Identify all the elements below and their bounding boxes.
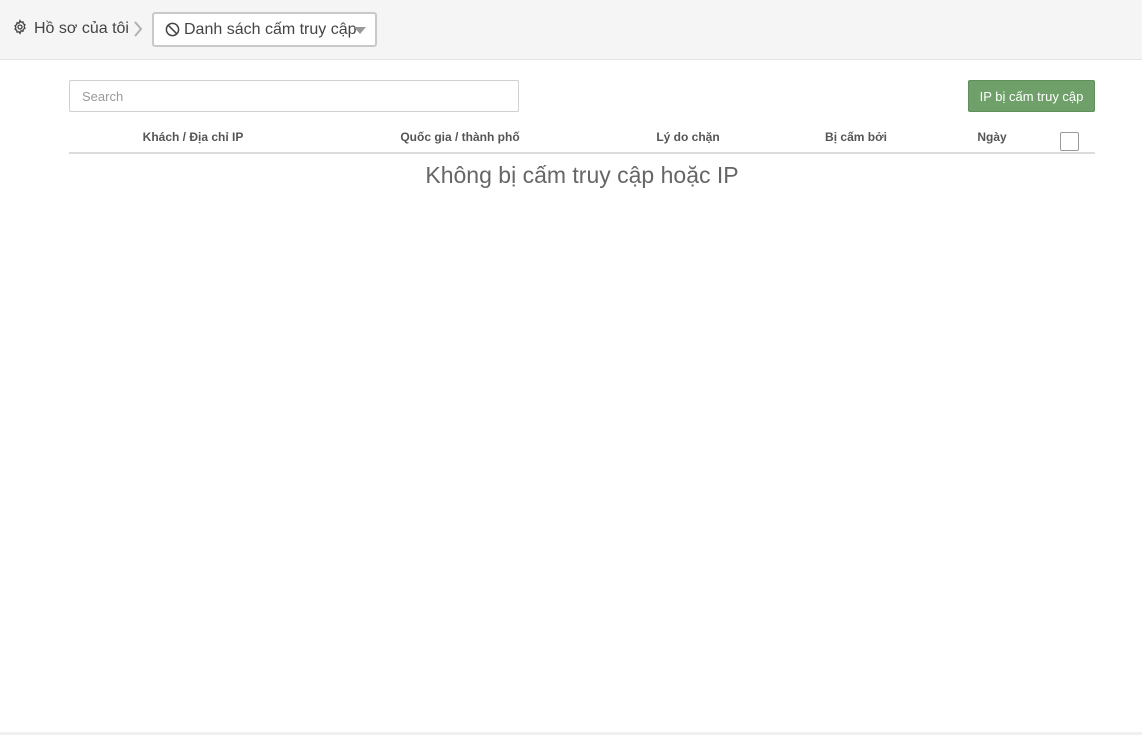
search-input[interactable] bbox=[69, 80, 519, 112]
caret-down-icon bbox=[354, 27, 366, 34]
breadcrumb-home-label: Hồ sơ của tôi bbox=[34, 20, 129, 37]
ban-ip-button[interactable]: IP bị cấm truy cập bbox=[968, 80, 1095, 112]
breadcrumb-home[interactable]: Hồ sơ của tôi bbox=[12, 18, 129, 40]
breadcrumb-current-label: Danh sách cấm truy cập bbox=[184, 20, 357, 38]
top-bar: Hồ sơ của tôi Danh sách cấm truy cập bbox=[0, 0, 1142, 60]
column-header-reason[interactable]: Lý do chặn bbox=[656, 130, 719, 144]
breadcrumb-dropdown[interactable]: Danh sách cấm truy cập bbox=[152, 12, 377, 47]
gear-icon bbox=[12, 18, 28, 40]
column-header-date[interactable]: Ngày bbox=[977, 130, 1006, 144]
select-all-checkbox[interactable] bbox=[1060, 132, 1079, 151]
empty-state-message: Không bị cấm truy cập hoặc IP bbox=[425, 162, 739, 188]
chevron-right-icon bbox=[134, 21, 143, 37]
column-header-country-city[interactable]: Quốc gia / thành phố bbox=[400, 130, 519, 144]
column-header-banned-by[interactable]: Bị cấm bởi bbox=[825, 130, 887, 144]
ban-icon bbox=[165, 22, 180, 37]
column-header-guest-ip[interactable]: Khách / Địa chỉ IP bbox=[143, 130, 244, 144]
table-header: Khách / Địa chỉ IP Quốc gia / thành phố … bbox=[69, 122, 1095, 154]
